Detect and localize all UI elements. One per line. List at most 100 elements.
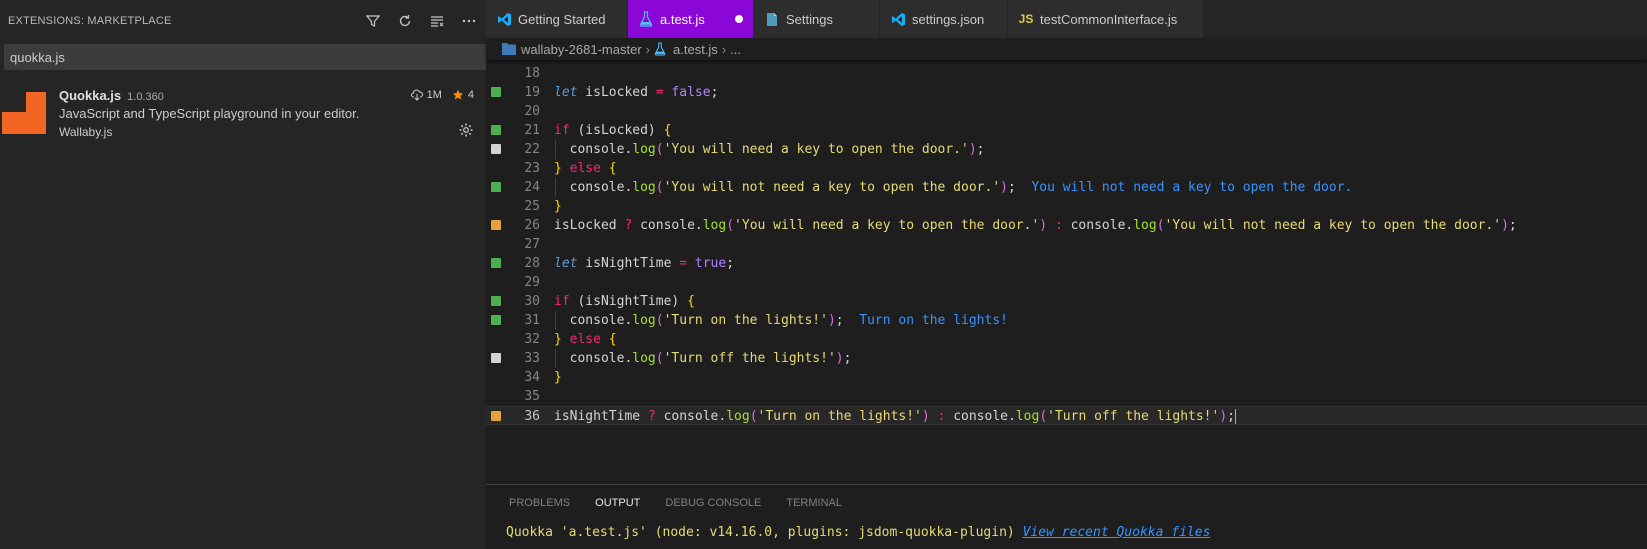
quokka-logo-icon — [2, 92, 46, 134]
extension-list-item[interactable]: Quokka.js 1.0.360 JavaScript and TypeScri… — [0, 84, 486, 146]
javascript-file-icon: JS — [1018, 12, 1034, 26]
more-actions-icon[interactable] — [460, 12, 478, 30]
tab-output[interactable]: OUTPUT — [595, 497, 640, 509]
line-number: 28 — [524, 256, 540, 271]
chevron-right-icon: › — [721, 41, 727, 57]
rating-value: 4 — [467, 89, 474, 101]
extension-name: Quokka.js 1.0.360 — [59, 88, 164, 103]
code-line: 19 let isLocked = false; — [486, 83, 1647, 102]
line-number: 29 — [524, 275, 540, 290]
download-cloud-icon — [410, 89, 423, 101]
inline-output: Turn on the lights! — [859, 313, 1008, 328]
line-text: if (isNightTime) { — [554, 294, 695, 309]
code-line-current: 36 isNightTime ? console.log('Turn on th… — [486, 406, 1647, 425]
folder-icon — [502, 42, 516, 56]
download-count: 1M — [426, 89, 442, 101]
line-text: console.log('You will not need a key to … — [554, 180, 1353, 195]
vscode-logo-icon — [496, 11, 512, 27]
code-line: 21 if (isLocked) { — [486, 121, 1647, 140]
tab-label: Settings — [786, 11, 833, 27]
clear-results-icon[interactable] — [428, 12, 446, 30]
code-line: 28 let isNightTime = true; — [486, 254, 1647, 273]
extension-name-text: Quokka.js — [59, 88, 122, 103]
code-line: 18 — [486, 64, 1647, 83]
line-text: if (isLocked) { — [554, 123, 672, 138]
line-number: 26 — [524, 218, 540, 233]
line-number: 27 — [524, 237, 540, 252]
sidebar-title: EXTENSIONS: MARKETPLACE — [8, 15, 172, 27]
output-line: Quokka 'a.test.js' (node: v14.16.0, plug… — [506, 525, 1210, 540]
code-line: 31 console.log('Turn on the lights!'); T… — [486, 311, 1647, 330]
line-number: 32 — [524, 332, 540, 347]
tab-problems[interactable]: PROBLEMS — [509, 497, 570, 509]
line-number: 23 — [524, 161, 540, 176]
code-editor[interactable]: 18 19 let isLocked = false; 20 21 if (is… — [486, 64, 1647, 474]
tab-label: a.test.js — [660, 11, 705, 27]
sidebar-header: EXTENSIONS: MARKETPLACE — [0, 0, 486, 44]
code-line: 25 } — [486, 197, 1647, 216]
line-number: 24 — [524, 180, 540, 195]
line-number: 20 — [524, 104, 540, 119]
line-text: console.log('Turn off the lights!'); — [554, 351, 852, 366]
view-recent-files-link[interactable]: View recent Quokka files — [1023, 525, 1211, 540]
extensions-sidebar: EXTENSIONS: MARKETPLACE Quokka.js 1.0.360… — [0, 0, 503, 549]
flask-icon — [638, 11, 654, 27]
tab-terminal[interactable]: TERMINAL — [786, 497, 842, 509]
code-line: 29 — [486, 273, 1647, 292]
line-number: 19 — [524, 85, 540, 100]
breadcrumb-more[interactable]: ... — [730, 42, 741, 57]
extension-search-box[interactable] — [4, 44, 503, 70]
tab-label: testCommonInterface.js — [1040, 11, 1178, 27]
line-number: 21 — [524, 123, 540, 138]
tab-debug-console[interactable]: DEBUG CONSOLE — [665, 497, 761, 509]
file-icon — [764, 11, 780, 27]
tab-settings-json[interactable]: settings.json — [880, 0, 1008, 38]
chevron-right-icon: › — [645, 41, 651, 57]
code-line: 34 } — [486, 368, 1647, 387]
gear-icon[interactable] — [458, 122, 474, 138]
inline-output: You will not need a key to open the door… — [1031, 180, 1353, 195]
panel-tabs: PROBLEMS OUTPUT DEBUG CONSOLE TERMINAL — [509, 497, 842, 509]
editor-area: Getting Started a.test.js Settings setti… — [486, 0, 1647, 549]
extension-search-input[interactable] — [5, 45, 502, 69]
extension-stats: 1M 4 — [410, 89, 474, 101]
tab-getting-started[interactable]: Getting Started — [486, 0, 628, 38]
refresh-icon[interactable] — [396, 12, 414, 30]
sidebar-actions — [364, 12, 478, 30]
code-line: 32 } else { — [486, 330, 1647, 349]
tab-label: Getting Started — [518, 11, 606, 27]
line-number: 34 — [524, 370, 540, 385]
line-number: 25 — [524, 199, 540, 214]
breadcrumb-file[interactable]: a.test.js — [673, 42, 718, 57]
code-line: 33 console.log('Turn off the lights!'); — [486, 349, 1647, 368]
code-line: 24 console.log('You will not need a key … — [486, 178, 1647, 197]
editor-tabs: Getting Started a.test.js Settings setti… — [486, 0, 1647, 38]
line-number: 18 — [524, 66, 540, 81]
line-text: } — [554, 199, 562, 214]
breadcrumb: wallaby-2681-master › a.test.js › ... — [486, 38, 1647, 60]
line-text: isNightTime ? console.log('Turn on the l… — [554, 409, 1236, 424]
code-line: 23 } else { — [486, 159, 1647, 178]
code-line: 30 if (isNightTime) { — [486, 292, 1647, 311]
vscode-logo-icon — [890, 11, 906, 27]
text-cursor — [1234, 409, 1236, 424]
code-line: 35 — [486, 387, 1647, 406]
line-text: let isNightTime = true; — [554, 256, 735, 271]
line-text: console.log('Turn on the lights!'); Turn… — [554, 313, 1008, 328]
extension-description: JavaScript and TypeScript playground in … — [59, 106, 360, 121]
extension-publisher: Wallaby.js — [59, 125, 113, 139]
code-line: 22 console.log('You will need a key to o… — [486, 140, 1647, 159]
line-number: 33 — [524, 351, 540, 366]
filter-icon[interactable] — [364, 12, 382, 30]
line-text: console.log('You will need a key to open… — [554, 142, 985, 157]
line-number: 35 — [524, 389, 540, 404]
unsaved-dot-icon[interactable] — [735, 15, 743, 23]
tab-settings[interactable]: Settings — [754, 0, 880, 38]
line-number: 30 — [524, 294, 540, 309]
line-text: } else { — [554, 332, 617, 347]
code-line: 20 — [486, 102, 1647, 121]
tab-a-test-js[interactable]: a.test.js — [628, 0, 754, 38]
code-line: 27 — [486, 235, 1647, 254]
breadcrumb-folder[interactable]: wallaby-2681-master — [521, 42, 642, 57]
tab-test-common-interface[interactable]: JS testCommonInterface.js — [1008, 0, 1204, 38]
